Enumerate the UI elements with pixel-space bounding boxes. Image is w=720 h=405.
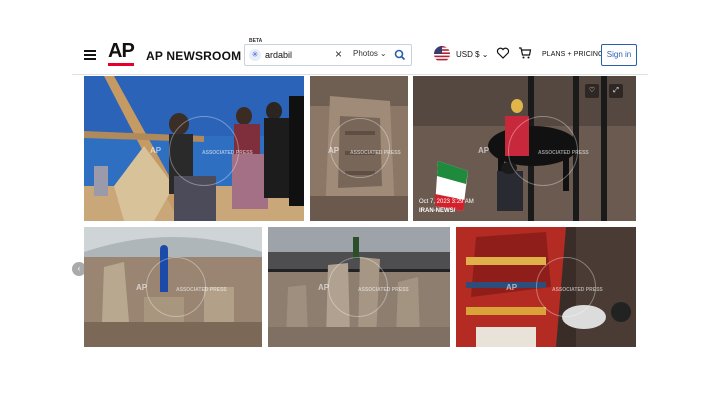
logo-text: AP: [108, 40, 135, 62]
watermark-text: ASSOCIATED PRESS: [538, 150, 589, 156]
photo-tile[interactable]: AP ASSOCIATED PRESS: [268, 227, 450, 347]
search-input[interactable]: [265, 48, 335, 62]
chevron-down-icon: ⌄: [481, 50, 489, 59]
us-flag-icon[interactable]: [434, 46, 450, 62]
watermark-text: ASSOCIATED PRESS: [202, 150, 253, 156]
search-scope-label: Photos: [353, 49, 378, 58]
menu-icon[interactable]: [84, 50, 96, 60]
watermark-text: ASSOCIATED PRESS: [358, 287, 409, 293]
ap-watermark: AP: [150, 146, 162, 155]
plans-pricing-link[interactable]: PLANS + PRICING: [542, 51, 604, 58]
expand-icon[interactable]: ⤢: [609, 84, 623, 98]
heart-icon[interactable]: [496, 46, 510, 60]
site-header: AP AP NEWSROOM BETA ✳ × Photos⌄ USD $ ⌄: [72, 36, 648, 76]
search-icon[interactable]: [393, 48, 407, 62]
photo-tile[interactable]: AP ASSOCIATED PRESS: [84, 227, 262, 347]
ap-watermark: AP: [328, 146, 340, 155]
photo-source: IRAN-NEWS/: [419, 208, 456, 214]
ap-logo[interactable]: AP: [108, 41, 136, 67]
photo-tile[interactable]: AP ASSOCIATED PRESS ♡ ⤢ Oct 7, 2023 3:29…: [413, 76, 636, 221]
favorite-heart-icon[interactable]: ♡: [585, 84, 599, 98]
currency-selector[interactable]: USD $ ⌄: [456, 50, 489, 59]
chevron-down-icon: ⌄: [379, 49, 387, 58]
photo-tile[interactable]: AP ASSOCIATED PRESS: [456, 227, 636, 347]
search-scope-dropdown[interactable]: Photos ⌄: [353, 49, 387, 58]
search-bar: ✳ × Photos⌄: [244, 44, 412, 66]
cart-icon[interactable]: [518, 46, 532, 60]
logo-underline: [108, 63, 134, 66]
photo-date: Oct 7, 2023 3:29 AM: [419, 199, 474, 205]
ap-watermark: AP: [136, 283, 148, 292]
brand-name[interactable]: AP NEWSROOM: [146, 49, 241, 63]
watermark-text: ASSOCIATED PRESS: [552, 287, 603, 293]
sign-in-button[interactable]: Sign in: [601, 44, 637, 66]
clear-search-icon[interactable]: ×: [335, 47, 342, 61]
ap-watermark: AP: [506, 283, 518, 292]
photo-tile[interactable]: AP ASSOCIATED PRESS: [84, 76, 304, 221]
header-divider: [72, 74, 648, 75]
watermark-text: ASSOCIATED PRESS: [350, 150, 401, 156]
currency-label: USD $: [456, 50, 480, 59]
ai-search-icon: ✳: [249, 49, 261, 61]
photo-tile[interactable]: AP ASSOCIATED PRESS: [310, 76, 408, 221]
ap-watermark: AP: [478, 146, 490, 155]
ap-watermark: AP: [318, 283, 330, 292]
watermark-text: ASSOCIATED PRESS: [176, 287, 227, 293]
